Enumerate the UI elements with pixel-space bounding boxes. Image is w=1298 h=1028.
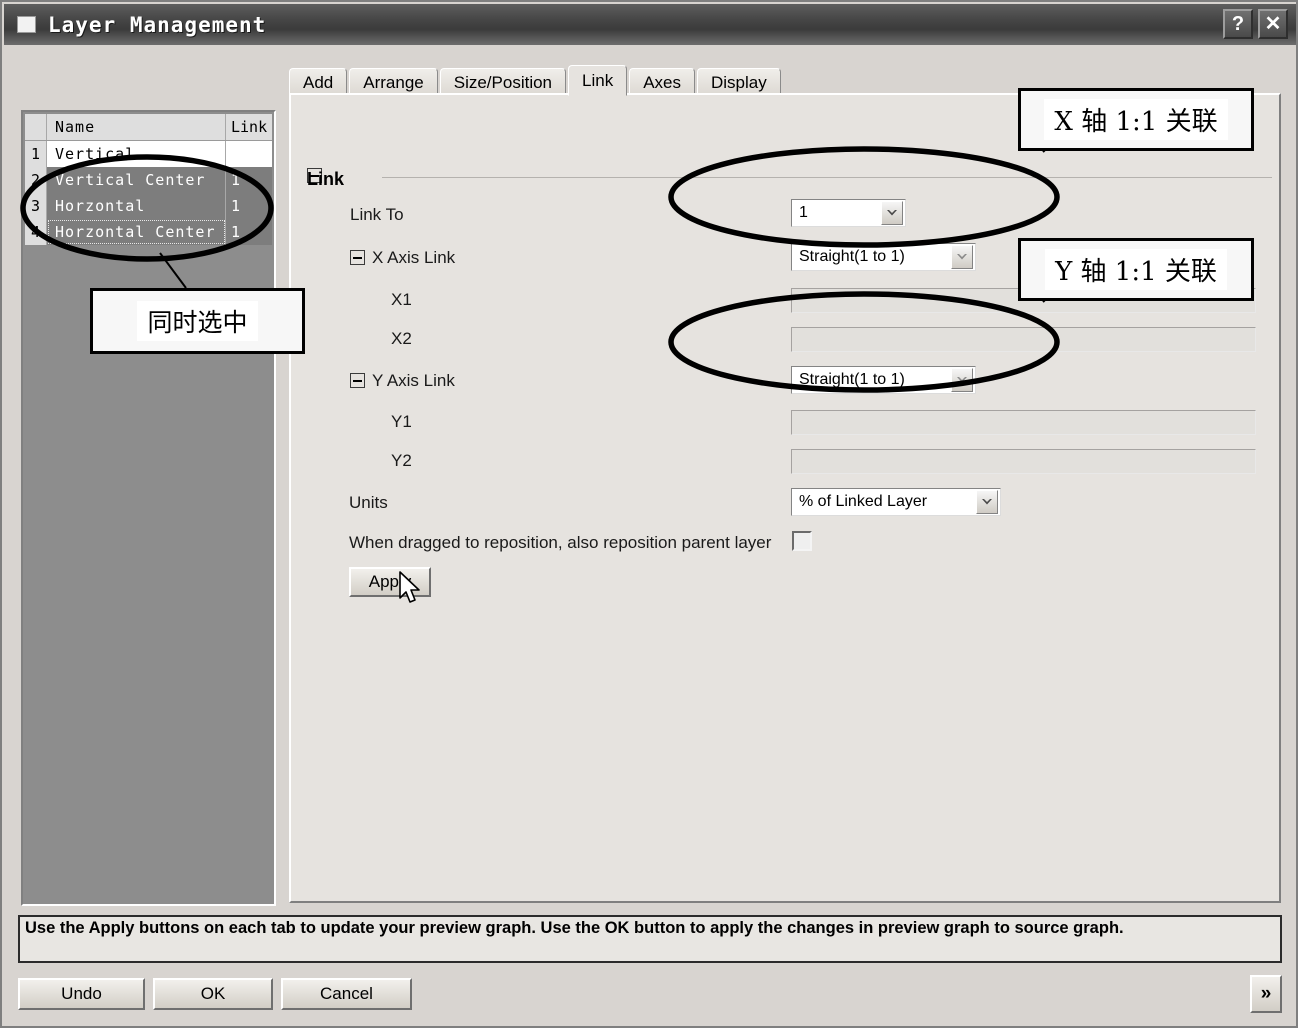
y2-input[interactable] <box>791 449 1256 474</box>
y2-label: Y2 <box>391 451 412 470</box>
reposition-parent-checkbox[interactable] <box>792 531 812 551</box>
chevron-down-icon[interactable] <box>951 245 973 269</box>
undo-button[interactable]: Undo <box>18 978 145 1010</box>
x2-input[interactable] <box>791 327 1256 352</box>
link-tab-panel <box>289 93 1281 903</box>
chevron-down-icon[interactable] <box>976 490 998 514</box>
tab-display[interactable]: Display <box>697 68 781 96</box>
tab-bar: Add Arrange Size/Position Link Axes Display <box>289 65 783 96</box>
ok-button[interactable]: OK <box>153 978 273 1010</box>
link-to-label: Link To <box>350 205 404 224</box>
row-layer-name: Horzontal <box>47 193 226 219</box>
link-to-value: 1 <box>799 204 808 221</box>
y1-label: Y1 <box>391 412 412 431</box>
dialog-window: Layer Management ? ✕ Layer Selection Nam… <box>0 0 1298 1028</box>
chevron-down-icon[interactable] <box>881 201 903 225</box>
row-layer-name: Vertical Center <box>47 167 226 193</box>
layer-table: Name Link 1 Vertical 2 Vertical Center 1 3 Hor… <box>25 114 272 245</box>
row-layer-name: Horzontal Center <box>47 219 226 245</box>
row-index: 2 <box>25 167 47 193</box>
row-index: 3 <box>25 193 47 219</box>
apply-button[interactable]: Apply <box>349 567 431 597</box>
table-row[interactable]: 3 Horzontal 1 <box>25 193 272 219</box>
link-to-select[interactable]: 1 <box>791 199 906 227</box>
row-index: 4 <box>25 219 47 245</box>
layer-selection-list[interactable]: Name Link 1 Vertical 2 Vertical Center 1 3 Hor… <box>21 110 276 906</box>
x1-label: X1 <box>391 290 412 309</box>
title-bar-buttons: ? ✕ <box>1223 9 1288 39</box>
window-icon <box>17 16 36 33</box>
units-select[interactable]: % of Linked Layer <box>791 488 1001 516</box>
table-header-row: Name Link <box>25 114 272 141</box>
header-cell-index <box>25 114 47 140</box>
units-label: Units <box>349 493 388 512</box>
y-axis-link-select[interactable]: Straight(1 to 1) <box>791 366 976 394</box>
row-link-value: 1 <box>226 219 272 245</box>
dialog-client-area: Layer Selection Name Link 1Vertical2Vert… <box>4 45 1296 1026</box>
expand-button[interactable]: » <box>1250 975 1282 1013</box>
row-link-value: 1 <box>226 167 272 193</box>
tab-axes[interactable]: Axes <box>629 68 695 96</box>
layer-management-dialog: Layer Management ? ✕ Layer Selection Nam… <box>0 0 1298 1028</box>
status-message: Use the Apply buttons on each tab to upd… <box>18 915 1282 963</box>
table-row[interactable]: 4 Horzontal Center 1 <box>25 219 272 245</box>
y-axis-link-label: Y Axis Link <box>372 371 455 390</box>
row-layer-name: Vertical <box>47 141 226 167</box>
tab-link[interactable]: Link <box>568 65 628 96</box>
tab-size-position[interactable]: Size/Position <box>439 68 567 96</box>
link-group-title: Link <box>307 169 345 189</box>
y1-input[interactable] <box>791 410 1256 435</box>
units-value: % of Linked Layer <box>799 493 928 510</box>
row-link-value <box>226 141 272 167</box>
y-axis-link-value: Straight(1 to 1) <box>799 371 905 388</box>
x2-label: X2 <box>391 329 412 348</box>
chevron-down-icon[interactable] <box>951 368 973 392</box>
x-axis-link-value: Straight(1 to 1) <box>799 248 905 265</box>
x-axis-link-label: X Axis Link <box>372 248 456 267</box>
help-button[interactable]: ? <box>1223 9 1253 39</box>
table-row[interactable]: 1 Vertical <box>25 141 272 167</box>
reposition-parent-label: When dragged to reposition, also reposit… <box>349 533 772 552</box>
tab-add[interactable]: Add <box>289 68 348 96</box>
x1-input[interactable] <box>791 288 1256 313</box>
close-icon[interactable]: ✕ <box>1258 9 1288 39</box>
cancel-button[interactable]: Cancel <box>281 978 412 1010</box>
title-bar: Layer Management ? ✕ <box>4 4 1296 45</box>
window-title: Layer Management <box>48 12 267 37</box>
row-index: 1 <box>25 141 47 167</box>
x-axis-link-select[interactable]: Straight(1 to 1) <box>791 243 976 271</box>
header-cell-name: Name <box>47 114 226 140</box>
group-divider <box>382 177 1272 178</box>
y-axis-link-collapse-icon[interactable] <box>350 373 365 388</box>
table-row[interactable]: 2 Vertical Center 1 <box>25 167 272 193</box>
tab-arrange[interactable]: Arrange <box>349 68 438 96</box>
row-link-value: 1 <box>226 193 272 219</box>
header-cell-link: Link <box>226 114 272 140</box>
x-axis-link-collapse-icon[interactable] <box>350 250 365 265</box>
